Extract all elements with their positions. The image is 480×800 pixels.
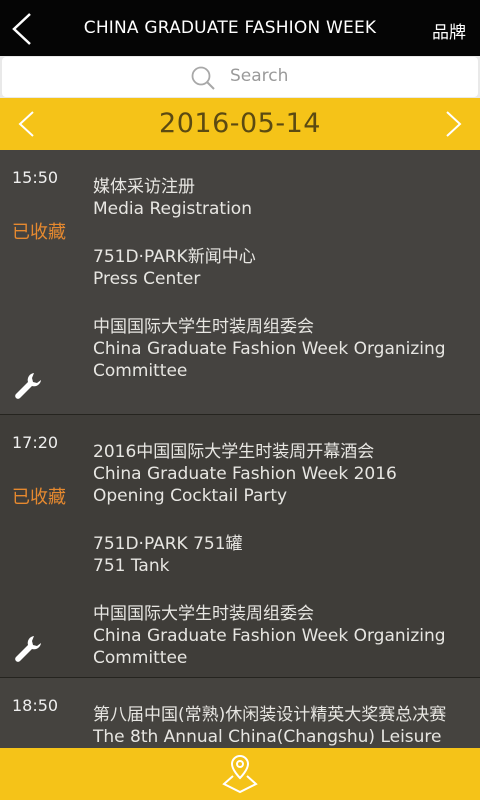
- top-bar: CHINA GRADUATE FASHION WEEK 品牌: [0, 0, 480, 56]
- event-list[interactable]: 15:50 已收藏 媒体采访注册 Media Registration 751D…: [0, 150, 480, 748]
- event-item[interactable]: 15:50 已收藏 媒体采访注册 Media Registration 751D…: [0, 150, 480, 415]
- favorite-status[interactable]: 已收藏: [12, 218, 66, 244]
- current-date: 2016-05-14: [159, 108, 321, 139]
- event-item[interactable]: 18:50 第八届中国(常熟)休闲装设计精英大奖赛总决赛 The 8th Ann…: [0, 678, 480, 748]
- event-organizer-en: China Graduate Fashion Week Organizing C…: [93, 626, 446, 668]
- event-title-zh: 第八届中国(常熟)休闲装设计精英大奖赛总决赛: [93, 705, 447, 725]
- event-venue-zh: 751D·PARK新闻中心: [93, 247, 256, 267]
- search-placeholder: Search: [230, 66, 289, 86]
- bottom-bar: [0, 748, 480, 800]
- favorite-status[interactable]: 已收藏: [12, 483, 66, 509]
- event-details: 媒体采访注册 Media Registration 751D·PARK新闻中心 …: [93, 176, 463, 382]
- event-item[interactable]: 17:20 已收藏 2016中国国际大学生时装周开幕酒会 China Gradu…: [0, 415, 480, 678]
- event-title-en: Media Registration: [93, 199, 252, 219]
- chevron-left-icon[interactable]: [10, 12, 34, 46]
- event-venue-en: Press Center: [93, 269, 201, 289]
- event-time: 15:50: [12, 168, 59, 187]
- event-venue-en: 751 Tank: [93, 556, 170, 576]
- wrench-icon[interactable]: [12, 633, 44, 665]
- event-details: 第八届中国(常熟)休闲装设计精英大奖赛总决赛 The 8th Annual Ch…: [93, 704, 463, 748]
- page-title: CHINA GRADUATE FASHION WEEK: [83, 18, 377, 38]
- event-title-en: The 8th Annual China(Changshu) Leisure: [93, 727, 442, 747]
- event-time: 18:50: [12, 696, 59, 715]
- search-input[interactable]: Search: [2, 57, 478, 97]
- search-icon: [191, 66, 215, 90]
- event-time: 17:20: [12, 433, 59, 452]
- event-title-zh: 媒体采访注册: [93, 177, 195, 197]
- map-pin-icon[interactable]: [220, 752, 260, 794]
- date-navigation: 2016-05-14: [0, 98, 480, 150]
- wrench-icon[interactable]: [12, 370, 44, 402]
- event-details: 2016中国国际大学生时装周开幕酒会 China Graduate Fashio…: [93, 441, 463, 669]
- event-title-zh: 2016中国国际大学生时装周开幕酒会: [93, 442, 375, 462]
- event-organizer-zh: 中国国际大学生时装周组委会: [93, 604, 314, 624]
- brand-button[interactable]: 品牌: [432, 18, 466, 43]
- event-venue-zh: 751D·PARK 751罐: [93, 534, 243, 554]
- event-organizer-zh: 中国国际大学生时装周组委会: [93, 317, 314, 337]
- event-organizer-en: China Graduate Fashion Week Organizing C…: [93, 339, 446, 381]
- search-bar: Search: [0, 56, 480, 98]
- event-title-en: China Graduate Fashion Week 2016 Opening…: [93, 464, 397, 506]
- chevron-right-icon[interactable]: [444, 110, 464, 138]
